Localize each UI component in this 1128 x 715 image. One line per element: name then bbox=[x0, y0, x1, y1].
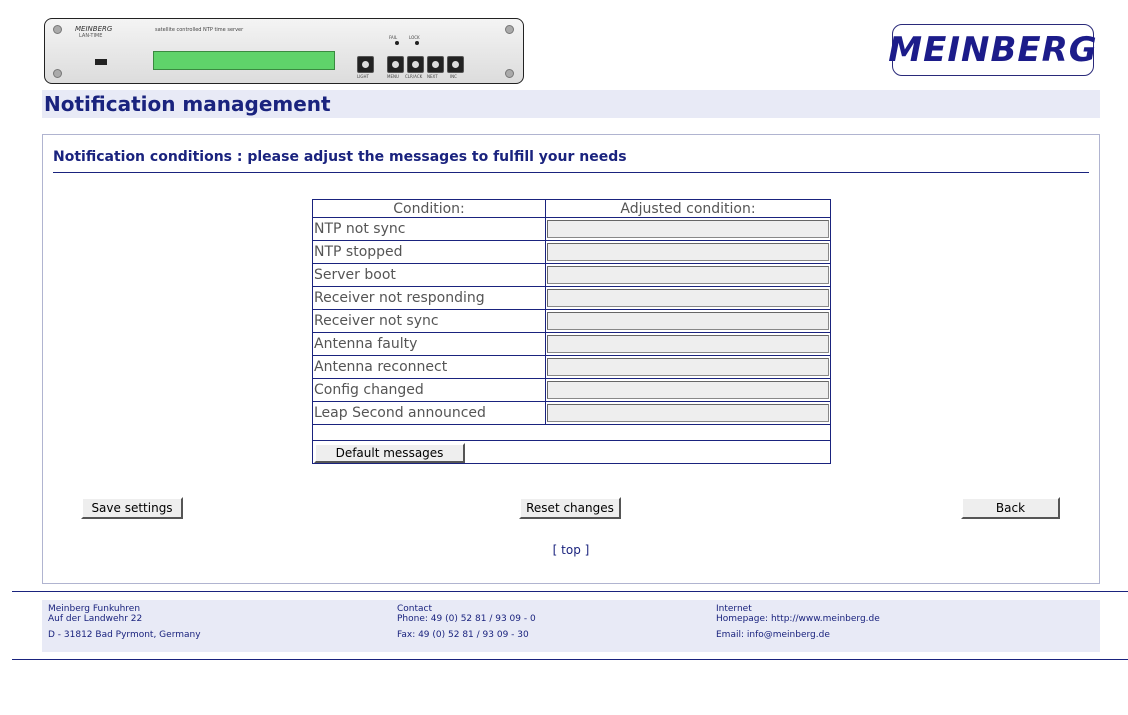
default-messages-button[interactable]: Default messages bbox=[314, 442, 465, 463]
condition-label: Antenna faulty bbox=[312, 332, 546, 356]
footer-internet: Internet Homepage: http://www.meinberg.d… bbox=[716, 604, 880, 640]
top-link[interactable]: [ top ] bbox=[43, 543, 1099, 557]
device-button-label: MENU bbox=[387, 74, 399, 79]
footer-phone: Phone: 49 (0) 52 81 / 93 09 - 0 bbox=[397, 614, 536, 624]
save-settings-button[interactable]: Save settings bbox=[81, 497, 183, 519]
adjusted-condition-input[interactable] bbox=[547, 243, 829, 261]
table-footer-row: Default messages bbox=[312, 440, 831, 464]
page-title: Notification management bbox=[44, 92, 331, 116]
reset-changes-button[interactable]: Reset changes bbox=[519, 497, 621, 519]
meinberg-logo: MEINBERG bbox=[888, 24, 1097, 76]
page-title-bar: Notification management bbox=[42, 90, 1100, 118]
device-button-icon bbox=[357, 56, 374, 73]
column-header-condition: Condition: bbox=[312, 199, 546, 218]
section-title: Notification conditions : please adjust … bbox=[53, 149, 627, 165]
screw-icon bbox=[53, 69, 62, 78]
device-lcd-display bbox=[153, 51, 335, 70]
footer-contact: Contact Phone: 49 (0) 52 81 / 93 09 - 0 … bbox=[397, 604, 536, 640]
led-icon bbox=[415, 41, 419, 45]
notification-panel: Notification conditions : please adjust … bbox=[42, 134, 1100, 584]
footer-email-link[interactable]: Email: info@meinberg.de bbox=[716, 630, 880, 640]
condition-label: Receiver not responding bbox=[312, 286, 546, 310]
screw-icon bbox=[505, 25, 514, 34]
adjusted-condition-input[interactable] bbox=[547, 404, 829, 422]
footer-company-city: D - 31812 Bad Pyrmont, Germany bbox=[48, 630, 201, 640]
table-header-row: Condition: Adjusted condition: bbox=[312, 199, 831, 218]
condition-label: Receiver not sync bbox=[312, 309, 546, 333]
adjusted-condition-input[interactable] bbox=[547, 312, 829, 330]
device-description: satellite controlled NTP time server bbox=[155, 27, 244, 33]
adjusted-condition-input[interactable] bbox=[547, 381, 829, 399]
device-button-label: NEXT bbox=[427, 74, 438, 79]
device-button-icon bbox=[447, 56, 464, 73]
condition-label: Config changed bbox=[312, 378, 546, 402]
table-row: NTP not sync bbox=[312, 217, 831, 241]
footer-fax: Fax: 49 (0) 52 81 / 93 09 - 30 bbox=[397, 630, 529, 640]
footer-internet-title: Internet bbox=[716, 604, 752, 614]
screw-icon bbox=[53, 25, 62, 34]
table-row: Antenna reconnect bbox=[312, 355, 831, 379]
footer-company: Meinberg Funkuhren Auf der Landwehr 22 D… bbox=[48, 604, 201, 640]
table-body: NTP not sync NTP stopped Server boot Receiv… bbox=[312, 217, 831, 464]
device-button-label: LIGHT bbox=[357, 74, 369, 79]
adjusted-condition-input[interactable] bbox=[547, 335, 829, 353]
network-port-icon bbox=[95, 59, 107, 65]
adjusted-condition-input[interactable] bbox=[547, 289, 829, 307]
footer-contact-title: Contact bbox=[397, 604, 433, 614]
footer-company-street: Auf der Landwehr 22 bbox=[48, 614, 143, 624]
led-icon bbox=[395, 41, 399, 45]
device-button-label: CLR/ACK bbox=[405, 74, 423, 79]
device-model: LAN-TIME bbox=[79, 33, 103, 39]
device-front-panel-image: MEINBERG LAN-TIME satellite controlled N… bbox=[44, 18, 524, 84]
adjusted-condition-input[interactable] bbox=[547, 266, 829, 284]
section-divider bbox=[53, 172, 1089, 173]
table-row: NTP stopped bbox=[312, 240, 831, 264]
table-row: Antenna faulty bbox=[312, 332, 831, 356]
table-row: Server boot bbox=[312, 263, 831, 287]
footer: Meinberg Funkuhren Auf der Landwehr 22 D… bbox=[42, 600, 1100, 652]
footer-divider bbox=[12, 659, 1128, 660]
adjusted-condition-input[interactable] bbox=[547, 220, 829, 238]
device-button-icon bbox=[407, 56, 424, 73]
column-header-adjusted: Adjusted condition: bbox=[545, 199, 831, 218]
footer-company-name: Meinberg Funkuhren bbox=[48, 604, 141, 614]
condition-label: NTP stopped bbox=[312, 240, 546, 264]
condition-label: Server boot bbox=[312, 263, 546, 287]
table-row: Receiver not responding bbox=[312, 286, 831, 310]
device-brand: MEINBERG bbox=[75, 25, 113, 33]
footer-divider bbox=[12, 591, 1128, 592]
device-button-label: INC bbox=[450, 74, 457, 79]
back-button[interactable]: Back bbox=[961, 497, 1060, 519]
device-button-icon bbox=[387, 56, 404, 73]
table-row: Config changed bbox=[312, 378, 831, 402]
condition-label: NTP not sync bbox=[312, 217, 546, 241]
table-spacer-row bbox=[312, 424, 831, 441]
footer-homepage-link[interactable]: Homepage: http://www.meinberg.de bbox=[716, 614, 880, 624]
conditions-table: Condition: Adjusted condition: NTP not s… bbox=[312, 199, 831, 464]
table-row: Receiver not sync bbox=[312, 309, 831, 333]
adjusted-condition-input[interactable] bbox=[547, 358, 829, 376]
led-label: FAIL bbox=[389, 35, 398, 40]
condition-label: Leap Second announced bbox=[312, 401, 546, 425]
table-row: Leap Second announced bbox=[312, 401, 831, 425]
screw-icon bbox=[505, 69, 514, 78]
device-button-icon bbox=[427, 56, 444, 73]
led-label: LOCK bbox=[409, 35, 420, 40]
condition-label: Antenna reconnect bbox=[312, 355, 546, 379]
